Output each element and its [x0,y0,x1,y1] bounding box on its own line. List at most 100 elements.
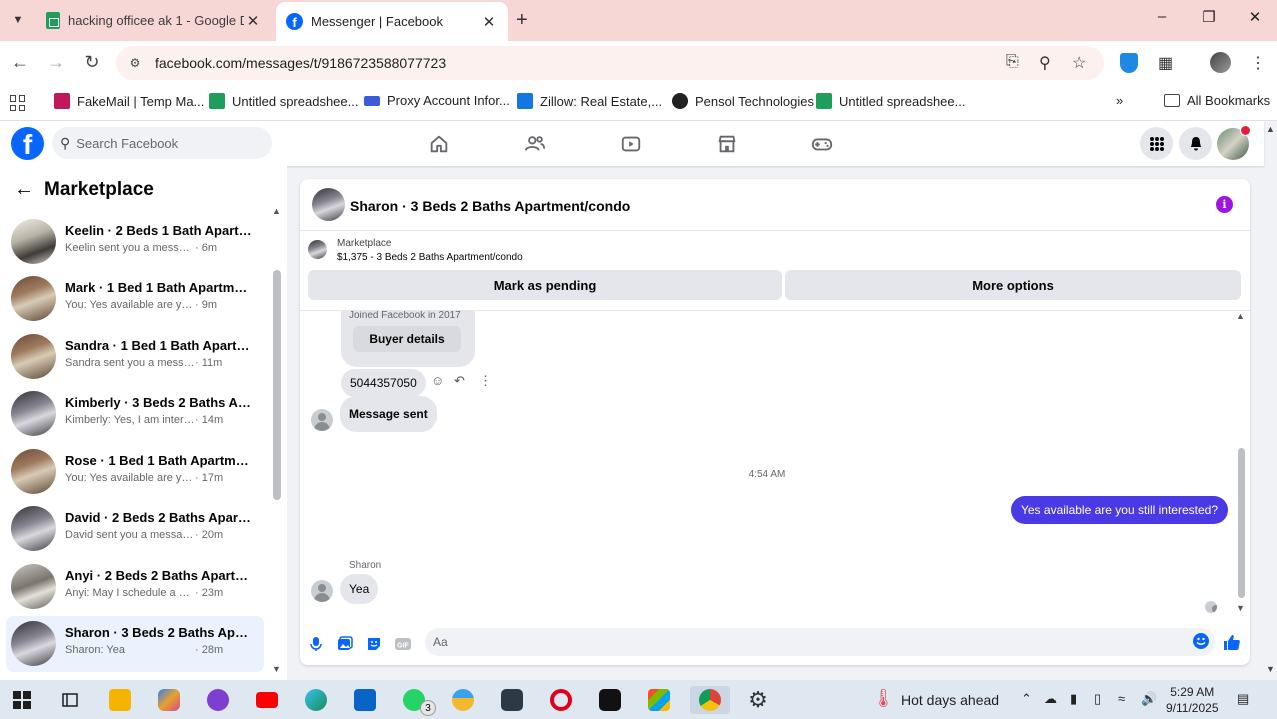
bookmark-zillow[interactable]: Zillow: Real Estate,... [517,93,662,109]
like-thumb-icon[interactable] [1223,633,1241,651]
opera-icon[interactable] [547,686,575,714]
thread-scroll-up-icon[interactable]: ▲ [1236,311,1245,321]
conversation-rose[interactable]: Rose · 1 Bed 1 Bath Apartment/c... You: … [6,444,264,500]
react-emoji-icon[interactable]: ☺ [431,373,444,388]
gif-icon[interactable]: GIF [394,635,412,653]
mark-as-pending-button[interactable]: Mark as pending [308,270,782,300]
video-icon[interactable] [617,130,645,158]
all-bookmarks[interactable]: All Bookmarks [1164,93,1270,108]
bookmark-star-icon[interactable]: ☆ [1072,53,1086,73]
weather-text[interactable]: Hot days ahead [901,692,999,708]
window-close-icon[interactable]: ✕ [1240,8,1270,26]
outlook-icon[interactable] [351,686,379,714]
file-explorer-icon[interactable] [106,686,134,714]
bookmark-fakemail[interactable]: FakeMail | Temp Ma... [54,93,204,109]
conversation-anyi[interactable]: Anyi · 2 Beds 2 Baths Apartmen... Anyi: … [6,559,264,615]
more-actions-icon[interactable]: ⋮ [479,373,492,389]
forward-icon[interactable]: → [44,52,68,73]
account-avatar[interactable] [1217,125,1251,160]
bookmark-spreadsheet-2[interactable]: Untitled spreadshee... [816,93,965,109]
conversation-sharon[interactable]: Sharon · 3 Beds 2 Baths Apartm... Sharon… [6,616,264,672]
windows-start-icon[interactable] [8,686,36,714]
sender-avatar[interactable] [311,409,333,431]
back-icon[interactable]: ← [8,52,32,73]
app-icon-purple[interactable] [204,686,232,714]
medal-icon[interactable] [449,686,477,714]
tiktok-icon[interactable] [596,686,624,714]
bookmark-spreadsheet-1[interactable]: Untitled spreadshee... [209,93,358,109]
microphone-icon[interactable] [307,635,325,653]
site-settings-icon[interactable]: ⚙ [126,54,144,72]
facebook-search-input[interactable]: ⚲ Search Facebook [52,127,272,159]
home-icon[interactable] [425,130,453,158]
page-scroll-down-icon[interactable]: ▼ [1266,664,1275,674]
sidebar-scroll-up-icon[interactable]: ▲ [272,206,281,216]
device-icon[interactable]: ▯ [1094,691,1101,707]
gaming-icon[interactable] [808,130,836,158]
youtube-icon[interactable] [253,686,281,714]
reload-icon[interactable]: ↻ [80,52,104,73]
tab-google-sheets[interactable]: hacking officee ak 1 - Google D ✕ [36,4,272,37]
reply-icon[interactable]: ↶ [454,373,465,389]
microsoft-store-icon[interactable] [645,686,673,714]
conversation-david[interactable]: David · 2 Beds 2 Baths Apartme... David … [6,501,264,557]
chrome-menu-icon[interactable]: ⋮ [1250,53,1266,73]
listing-price[interactable]: $1,375 - 3 Beds 2 Baths Apartment/condo [337,252,523,263]
notification-center-icon[interactable]: ▤ [1237,691,1249,707]
more-options-button[interactable]: More options [785,270,1241,300]
weather-thermometer-icon[interactable]: 🌡 [872,688,895,709]
notifications-bell-icon[interactable] [1179,127,1212,160]
apps-grid-icon[interactable] [10,95,26,111]
sticker-icon[interactable] [365,635,383,653]
facebook-logo-icon[interactable]: f [11,127,44,160]
thread-scrollbar[interactable] [1238,448,1245,598]
page-scroll-up-icon[interactable]: ▲ [1266,124,1275,134]
copilot-icon[interactable] [155,686,183,714]
restore-icon[interactable]: ❐ [1194,8,1224,26]
buyer-details-button[interactable]: Buyer details [353,326,461,352]
info-icon[interactable]: i [1216,196,1233,213]
tab-messenger[interactable]: f Messenger | Facebook ✕ [276,2,508,41]
battery-icon[interactable]: ▮ [1070,691,1077,707]
conversation-keelin[interactable]: Keelin · 2 Beds 1 Bath Apartmen... Keeli… [6,214,264,270]
zoom-icon[interactable]: ⚲ [1039,53,1051,73]
close-icon[interactable]: ✕ [244,12,262,30]
edge-icon[interactable] [302,686,330,714]
menu-grid-icon[interactable] [1140,127,1173,160]
extension-shield-icon[interactable] [1120,53,1138,73]
conversation-mark[interactable]: Mark · 1 Bed 1 Bath Apartment/... You: Y… [6,271,264,327]
photo-icon[interactable] [336,635,354,653]
sidebar-scrollbar[interactable] [273,270,281,500]
minimize-icon[interactable]: – [1147,8,1177,25]
chrome-icon[interactable] [690,686,730,714]
bookmark-pensol[interactable]: Pensol Technologies [672,93,814,109]
chat-title[interactable]: Sharon · 3 Beds 2 Baths Apartment/condo [350,198,630,214]
message-input[interactable]: Aa [425,628,1215,656]
onedrive-cloud-icon[interactable]: ☁ [1044,691,1057,707]
task-view-icon[interactable] [56,686,84,714]
thread-scroll-down-icon[interactable]: ▼ [1236,603,1245,613]
conversation-kimberly[interactable]: Kimberly · 3 Beds 2 Baths Apart... Kimbe… [6,386,264,442]
profile-avatar[interactable] [1210,52,1231,73]
marketplace-icon[interactable] [713,130,741,158]
chat-avatar[interactable] [312,188,345,221]
settings-gear-icon[interactable]: ⚙ [744,686,772,714]
bookmark-proxy[interactable]: Proxy Account Infor... [364,93,510,108]
emoji-icon[interactable] [1193,633,1209,649]
sender-avatar[interactable] [311,580,333,602]
close-icon[interactable]: ✕ [480,13,498,31]
back-arrow-icon[interactable]: ← [14,178,34,201]
wifi-icon[interactable]: ≈ [1118,691,1125,706]
new-tab-plus-icon[interactable]: + [516,9,528,31]
volume-icon[interactable]: 🔊 [1141,691,1157,707]
extensions-puzzle-icon[interactable]: ▦ [1158,53,1173,73]
show-hidden-icons-chevron-icon[interactable]: ⌃ [1021,691,1032,707]
conversation-sandra[interactable]: Sandra · 1 Bed 1 Bath Apartmen... Sandra… [6,329,264,385]
app-icon-dark[interactable] [498,686,526,714]
more-bookmarks-chevron-icon[interactable]: » [1116,93,1123,108]
tab-search-chevron-icon[interactable]: ▼ [6,9,30,31]
sidebar-scroll-down-icon[interactable]: ▼ [272,664,281,674]
friends-icon[interactable] [521,130,549,158]
address-bar[interactable]: ⚙ facebook.com/messages/t/91867235880777… [116,46,1104,80]
system-clock[interactable]: 5:29 AM 9/11/2025 [1166,684,1219,716]
